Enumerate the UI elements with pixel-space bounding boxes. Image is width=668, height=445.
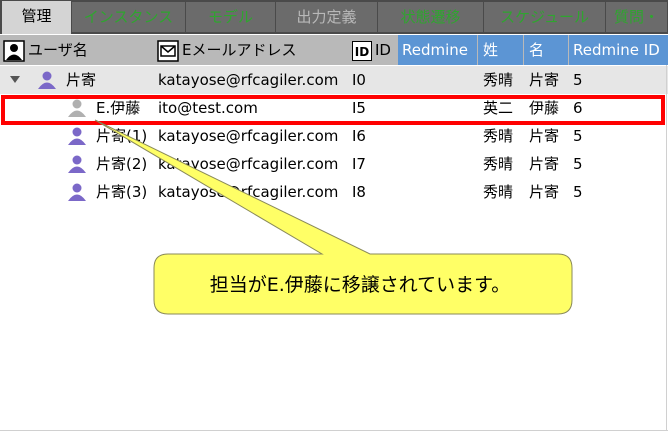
callout-bubble <box>94 119 573 315</box>
divider <box>0 430 668 431</box>
divider <box>666 65 667 431</box>
callout-text: 担当がE.伊藤に移譲されています。 <box>209 274 511 296</box>
